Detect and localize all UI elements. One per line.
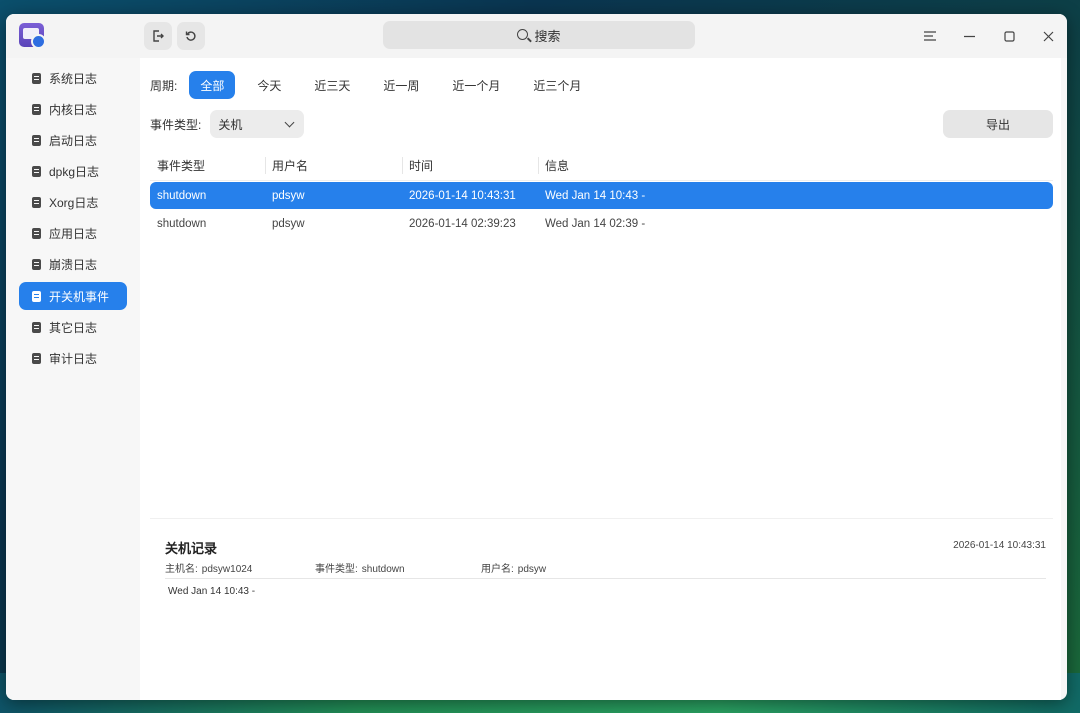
cell-time: 2026-01-14 10:43:31 — [409, 189, 516, 202]
log-file-icon — [32, 258, 41, 270]
period-all-button[interactable]: 全部 — [189, 71, 236, 99]
detail-event-type: 事件类型: shutdown — [315, 560, 455, 575]
minimize-button[interactable] — [956, 24, 982, 48]
table-row[interactable]: shutdown pdsyw 2026-01-14 10:43:31 Wed J… — [150, 182, 1053, 209]
maximize-button[interactable] — [996, 24, 1022, 48]
sidebar-item-label: 应用日志 — [49, 226, 98, 241]
menu-icon — [924, 31, 936, 41]
cell-info: Wed Jan 14 10:43 - — [545, 189, 646, 202]
sidebar-item-app-log[interactable]: 应用日志 — [19, 219, 127, 247]
log-file-icon — [32, 196, 41, 208]
refresh-icon — [185, 31, 196, 41]
detail-host-value: pdsyw1024 — [201, 564, 253, 575]
event-type-select[interactable]: 关机 — [210, 110, 305, 138]
search-input[interactable]: 搜索 — [383, 21, 695, 49]
close-icon — [1043, 31, 1053, 41]
sidebar-item-label: Xorg日志 — [49, 195, 99, 210]
period-month-button[interactable]: 近一个月 — [441, 71, 511, 99]
cell-info: Wed Jan 14 02:39 - — [545, 217, 646, 230]
period-today-button[interactable]: 今天 — [246, 71, 292, 99]
log-file-icon — [32, 352, 41, 364]
period-3months-button[interactable]: 近三个月 — [522, 71, 592, 99]
column-header-username[interactable]: 用户名 — [266, 156, 403, 174]
sidebar-item-boot-shutdown-events[interactable]: 开关机事件 — [19, 282, 127, 310]
log-file-icon — [32, 134, 41, 146]
log-file-icon — [32, 72, 41, 84]
period-3days-button[interactable]: 近三天 — [303, 71, 361, 99]
log-viewer-window: 搜索 系统日志 内核日志 启动日志 dpkg日志 Xorg日志 应用日志 崩溃日… — [6, 14, 1067, 700]
table-row[interactable]: shutdown pdsyw 2026-01-14 02:39:23 Wed J… — [150, 210, 1053, 237]
detail-panel: 关机记录 2026-01-14 10:43:31 主机名: pdsyw1024 事… — [150, 518, 1053, 700]
search-icon — [517, 28, 529, 40]
app-icon — [19, 23, 46, 49]
sidebar-item-label: 崩溃日志 — [49, 257, 98, 272]
event-type-label: 事件类型: — [150, 117, 202, 132]
period-filter: 周期: 全部 今天 近三天 近一周 近一个月 近三个月 — [150, 71, 603, 99]
cell-event-type: shutdown — [157, 217, 207, 230]
detail-user-value: pdsyw — [517, 564, 547, 575]
sidebar-item-label: 开关机事件 — [49, 289, 110, 304]
cell-username: pdsyw — [272, 217, 305, 230]
detail-type-value: shutdown — [361, 564, 405, 575]
sidebar-item-label: 内核日志 — [49, 102, 98, 117]
detail-divider — [165, 578, 1046, 579]
detail-host-label: 主机名: — [165, 564, 198, 575]
detail-host: 主机名: pdsyw1024 — [165, 560, 289, 575]
detail-user: 用户名: pdsyw — [481, 560, 546, 575]
events-table: 事件类型 用户名 时间 信息 shutdown pdsyw 2026-01-14… — [150, 150, 1053, 514]
titlebar: 搜索 — [6, 14, 1067, 58]
sidebar-item-audit-log[interactable]: 审计日志 — [19, 344, 127, 372]
detail-user-label: 用户名: — [481, 564, 514, 575]
sidebar-item-system-log[interactable]: 系统日志 — [19, 64, 127, 92]
column-header-info[interactable]: 信息 — [539, 157, 1053, 174]
event-type-filter: 事件类型: 关机 — [150, 110, 305, 138]
detail-title: 关机记录 — [165, 541, 218, 556]
export-icon-button[interactable] — [144, 22, 172, 50]
maximize-icon — [1003, 30, 1015, 42]
log-file-icon — [32, 290, 41, 302]
sidebar-item-crash-log[interactable]: 崩溃日志 — [19, 250, 127, 278]
main-panel: 周期: 全部 今天 近三天 近一周 近一个月 近三个月 事件类型: 关机 导出 … — [140, 58, 1061, 700]
close-button[interactable] — [1035, 24, 1061, 48]
menu-button[interactable] — [917, 24, 943, 48]
period-week-button[interactable]: 近一周 — [372, 71, 430, 99]
log-file-icon — [32, 227, 41, 239]
column-header-time[interactable]: 时间 — [403, 156, 539, 174]
detail-info: Wed Jan 14 10:43 - — [168, 586, 256, 597]
period-label: 周期: — [150, 78, 178, 93]
sidebar: 系统日志 内核日志 启动日志 dpkg日志 Xorg日志 应用日志 崩溃日志 开… — [6, 58, 136, 700]
log-file-icon — [32, 165, 41, 177]
detail-timestamp: 2026-01-14 10:43:31 — [953, 540, 1046, 551]
log-file-icon — [32, 321, 41, 333]
cell-event-type: shutdown — [157, 189, 207, 202]
sidebar-item-dpkg-log[interactable]: dpkg日志 — [19, 157, 127, 185]
search-placeholder: 搜索 — [534, 28, 561, 44]
sidebar-item-label: 系统日志 — [49, 71, 98, 86]
column-header-event-type[interactable]: 事件类型 — [150, 156, 266, 174]
export-button[interactable]: 导出 — [943, 110, 1053, 138]
detail-meta: 主机名: pdsyw1024 事件类型: shutdown 用户名: pdsyw — [165, 560, 572, 575]
sidebar-item-label: 启动日志 — [49, 133, 98, 148]
refresh-button[interactable] — [177, 22, 205, 50]
sidebar-item-label: 其它日志 — [49, 320, 98, 335]
sidebar-item-label: dpkg日志 — [49, 164, 100, 179]
sidebar-item-label: 审计日志 — [49, 351, 98, 366]
chevron-down-icon — [284, 117, 295, 127]
sidebar-item-kernel-log[interactable]: 内核日志 — [19, 95, 127, 123]
cell-username: pdsyw — [272, 189, 305, 202]
sidebar-item-xorg-log[interactable]: Xorg日志 — [19, 188, 127, 216]
log-file-icon — [32, 103, 41, 115]
sidebar-item-boot-log[interactable]: 启动日志 — [19, 126, 127, 154]
minimize-icon — [963, 35, 975, 37]
event-type-value: 关机 — [218, 117, 243, 132]
export-icon — [153, 30, 164, 42]
cell-time: 2026-01-14 02:39:23 — [409, 217, 516, 230]
table-header: 事件类型 用户名 时间 信息 — [150, 150, 1053, 181]
detail-type-label: 事件类型: — [315, 564, 358, 575]
sidebar-item-other-log[interactable]: 其它日志 — [19, 313, 127, 341]
